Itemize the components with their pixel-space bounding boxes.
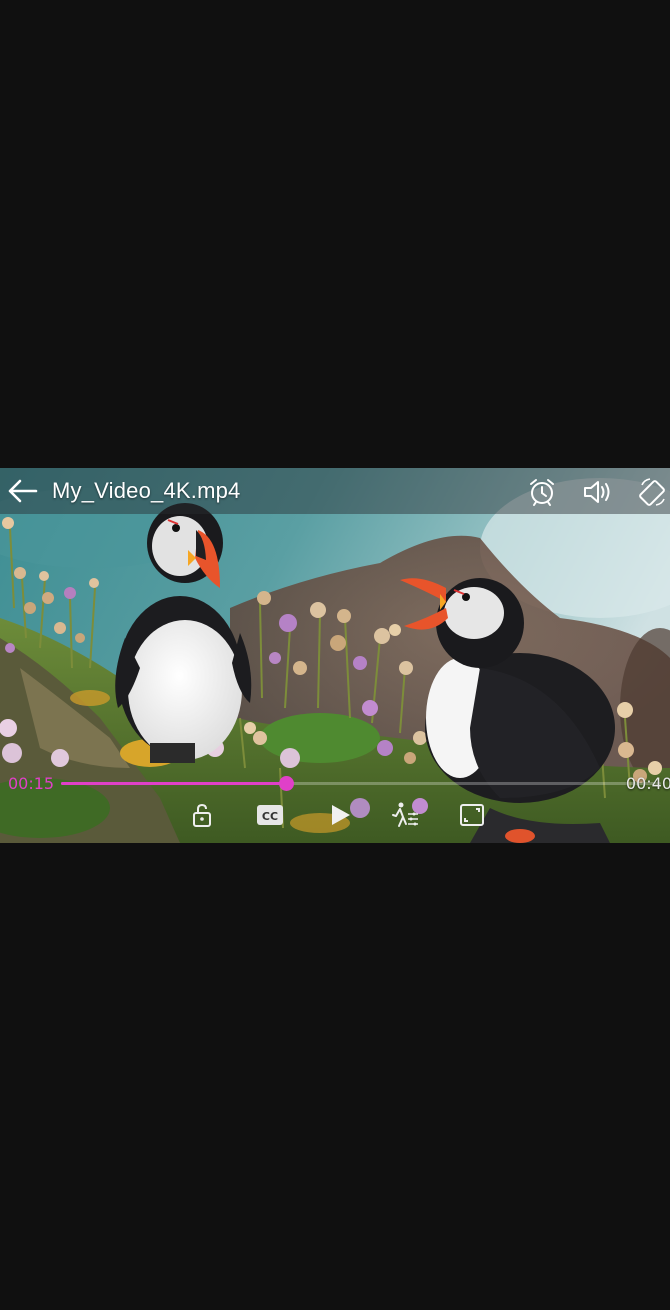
closed-captions-icon[interactable]: CC: [256, 802, 284, 828]
current-time: 00:15: [8, 774, 55, 793]
alarm-clock-icon[interactable]: [527, 477, 557, 507]
seek-bar[interactable]: [61, 776, 661, 791]
seek-thumb[interactable]: [279, 776, 294, 791]
play-icon[interactable]: [328, 802, 354, 828]
video-frame[interactable]: [0, 468, 670, 843]
volume-icon[interactable]: [582, 477, 612, 507]
aspect-ratio-icon[interactable]: [459, 802, 485, 828]
top-bar: My_Video_4K.mp4: [0, 468, 670, 514]
svg-text:CC: CC: [262, 810, 278, 823]
total-duration: 00:40: [625, 774, 670, 793]
lock-icon[interactable]: [189, 802, 215, 828]
video-title: My_Video_4K.mp4: [52, 478, 241, 503]
back-arrow-icon[interactable]: [6, 476, 40, 506]
equalizer-icon[interactable]: [390, 802, 420, 828]
seek-progress: [61, 782, 286, 785]
video-player[interactable]: My_Video_4K.mp4 00:15 00:40 CC: [0, 468, 670, 843]
screen-rotation-icon[interactable]: [638, 477, 668, 507]
